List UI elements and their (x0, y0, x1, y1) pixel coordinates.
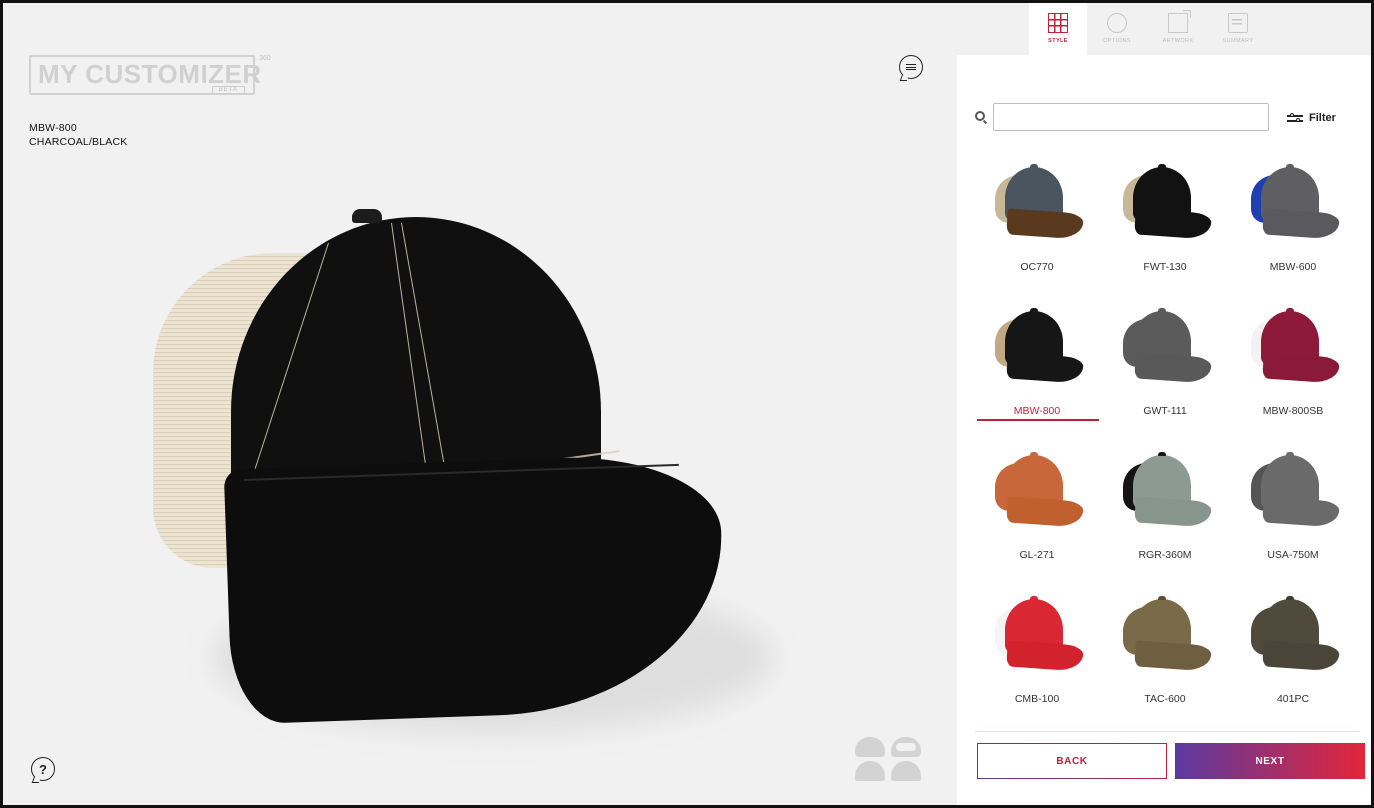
cap-thumbnail (1249, 449, 1340, 533)
sliders-icon (1287, 112, 1303, 124)
style-code: GL-271 (1019, 549, 1055, 561)
tab-options[interactable]: OPTIONS (1088, 3, 1146, 55)
search-bar: Filter (975, 103, 1355, 131)
help-icon[interactable]: ? (31, 757, 55, 781)
style-code: USA-750M (1267, 549, 1319, 561)
filter-button[interactable]: Filter (1287, 109, 1336, 127)
style-code: CMB-100 (1014, 693, 1060, 705)
product-info: MBW-800 CHARCOAL/BLACK (29, 121, 128, 149)
cap-thumbnail (993, 161, 1084, 245)
tab-label: OPTIONS (1103, 38, 1131, 44)
style-card[interactable]: GL-271 (975, 441, 1099, 581)
style-card[interactable]: 401PC (1231, 585, 1355, 725)
cap-thumbnail (993, 449, 1084, 533)
style-code: MBW-800 (1013, 405, 1061, 417)
back-button[interactable]: BACK (977, 743, 1167, 779)
style-card[interactable]: USA-750M (1231, 441, 1355, 581)
style-code: MBW-600 (1269, 261, 1317, 273)
summary-list-icon (1228, 13, 1248, 33)
product-color: CHARCOAL/BLACK (29, 136, 128, 148)
product-code: MBW-800 (29, 122, 77, 134)
preview-stage: MY CUSTOMIZER 360 BETA MBW-800 CHARCOAL/… (3, 3, 957, 805)
tab-label: STYLE (1048, 38, 1068, 44)
style-code: FWT-130 (1143, 261, 1187, 273)
cap-thumbnail (1121, 305, 1212, 389)
avatar-female-icon (891, 737, 921, 781)
style-card[interactable]: OC770 (975, 153, 1099, 293)
style-card[interactable]: MBW-800SB (1231, 297, 1355, 437)
hat-3d-preview[interactable] (153, 203, 773, 763)
next-button[interactable]: NEXT (1175, 743, 1365, 779)
tab-style[interactable]: STYLE (1029, 3, 1087, 55)
tab-artwork[interactable]: ARTWORK (1149, 3, 1207, 55)
style-code: GWT-111 (1143, 405, 1187, 417)
app-frame: MY CUSTOMIZER 360 BETA MBW-800 CHARCOAL/… (0, 0, 1374, 808)
chat-icon[interactable] (899, 55, 923, 79)
cap-thumbnail (1249, 161, 1340, 245)
options-wheel-icon (1107, 13, 1127, 33)
tab-label: ARTWORK (1162, 38, 1194, 44)
brand-beta-tag: BETA (211, 86, 245, 94)
model-view-icon[interactable] (851, 733, 925, 783)
tab-summary[interactable]: SUMMARY (1209, 3, 1267, 55)
cap-thumbnail (993, 305, 1084, 389)
style-grid: OC770 FWT-130 MBW-600 MBW-800 GWT-111 MBW-800… (975, 153, 1359, 731)
style-code: MBW-800SB (1262, 405, 1324, 417)
cap-thumbnail (1121, 593, 1212, 677)
cap-thumbnail (1249, 305, 1340, 389)
style-code: 401PC (1276, 693, 1310, 705)
brand-logo: MY CUSTOMIZER 360 BETA (29, 55, 271, 95)
tab-label: SUMMARY (1222, 38, 1254, 44)
style-card[interactable]: CMB-100 (975, 585, 1099, 725)
brand-logo-superscript: 360 (259, 55, 271, 62)
style-card[interactable]: RGR-360M (1103, 441, 1227, 581)
cap-thumbnail (993, 593, 1084, 677)
grid-divider (975, 731, 1359, 732)
search-icon (975, 111, 985, 121)
search-input[interactable] (993, 103, 1269, 131)
style-card[interactable]: GWT-111 (1103, 297, 1227, 437)
style-code: OC770 (1020, 261, 1054, 273)
filter-label: Filter (1309, 112, 1336, 124)
style-card[interactable]: TAC-600 (1103, 585, 1227, 725)
cap-thumbnail (1121, 449, 1212, 533)
style-panel: STYLE OPTIONS ARTWORK SUMMARY Filter OC7… (957, 3, 1371, 805)
style-card[interactable]: FWT-130 (1103, 153, 1227, 293)
style-card[interactable]: MBW-800 (975, 297, 1099, 437)
style-code: RGR-360M (1138, 549, 1192, 561)
hat-top-button (352, 209, 382, 223)
artwork-export-icon (1168, 10, 1191, 33)
style-code: TAC-600 (1144, 693, 1186, 705)
avatar-male-icon (855, 737, 885, 781)
cap-thumbnail (1249, 593, 1340, 677)
cap-thumbnail (1121, 161, 1212, 245)
grid-icon (1048, 13, 1068, 33)
step-tabs: STYLE OPTIONS ARTWORK SUMMARY (957, 3, 1371, 55)
style-card[interactable]: MBW-600 (1231, 153, 1355, 293)
